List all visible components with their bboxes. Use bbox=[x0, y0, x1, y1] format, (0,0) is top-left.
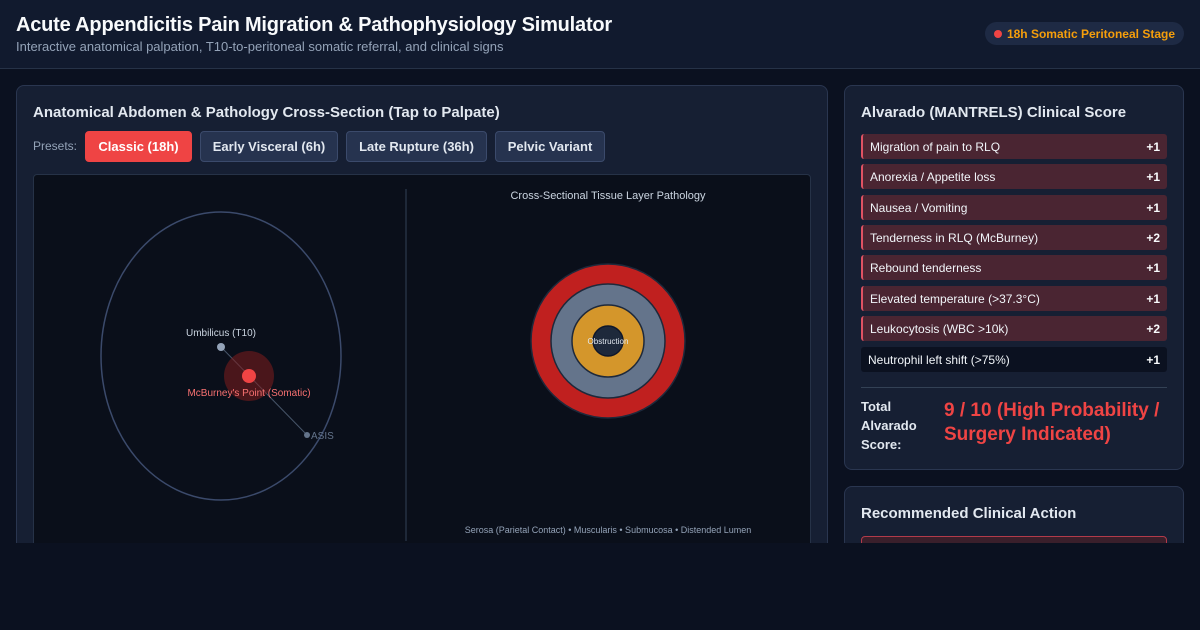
page-bottom-area bbox=[0, 543, 1200, 630]
score-item-label: Anorexia / Appetite loss bbox=[870, 169, 996, 184]
preset-early-visceral-button[interactable]: Early Visceral (6h) bbox=[200, 131, 338, 162]
score-item-leukocytosis[interactable]: Leukocytosis (WBC >10k) +2 bbox=[861, 316, 1167, 341]
score-panel-title: Alvarado (MANTRELS) Clinical Score bbox=[861, 104, 1127, 121]
stage-badge-label: 18h Somatic Peritoneal Stage bbox=[1006, 26, 1175, 41]
score-item-temperature[interactable]: Elevated temperature (>37.3°C) +1 bbox=[861, 286, 1167, 311]
score-item-points: +1 bbox=[1146, 169, 1160, 184]
asis-point[interactable] bbox=[304, 432, 310, 438]
score-divider bbox=[861, 387, 1167, 388]
cross-section-legend: Serosa (Parietal Contact) • Muscularis •… bbox=[465, 525, 752, 535]
score-item-points: +1 bbox=[1146, 291, 1160, 306]
mcburney-point[interactable] bbox=[242, 369, 256, 383]
app-title: Acute Appendicitis Pain Migration & Path… bbox=[16, 14, 613, 36]
score-item-points: +1 bbox=[1146, 352, 1160, 367]
preset-late-rupture-button[interactable]: Late Rupture (36h) bbox=[346, 131, 487, 162]
anatomy-panel-title: Anatomical Abdomen & Pathology Cross-Sec… bbox=[33, 104, 500, 121]
preset-classic-button[interactable]: Classic (18h) bbox=[85, 131, 192, 162]
score-item-label: Neutrophil left shift (>75%) bbox=[868, 352, 1010, 367]
score-item-anorexia[interactable]: Anorexia / Appetite loss +1 bbox=[861, 164, 1167, 189]
score-item-points: +2 bbox=[1146, 230, 1160, 245]
score-item-points: +2 bbox=[1146, 321, 1160, 336]
umbilicus-label: Umbilicus (T10) bbox=[186, 328, 256, 339]
score-item-left-shift[interactable]: Neutrophil left shift (>75%) +1 bbox=[861, 347, 1167, 372]
asis-label: ASIS bbox=[311, 431, 334, 442]
anatomy-svg[interactable]: Umbilicus (T10) McBurney's Point (Somati… bbox=[34, 175, 811, 554]
mcburney-label: McBurney's Point (Somatic) bbox=[187, 388, 310, 399]
cross-section-title: Cross-Sectional Tissue Layer Pathology bbox=[510, 190, 706, 202]
anatomy-panel: Anatomical Abdomen & Pathology Cross-Sec… bbox=[16, 85, 828, 555]
obstruction-label: Obstruction bbox=[588, 337, 629, 346]
alvarado-score-panel: Alvarado (MANTRELS) Clinical Score Migra… bbox=[844, 85, 1184, 470]
score-item-rlq-tenderness[interactable]: Tenderness in RLQ (McBurney) +2 bbox=[861, 225, 1167, 250]
umbilicus-point[interactable] bbox=[217, 343, 225, 351]
score-item-points: +1 bbox=[1146, 260, 1160, 275]
preset-pelvic-variant-button[interactable]: Pelvic Variant bbox=[495, 131, 605, 162]
score-item-label: Nausea / Vomiting bbox=[870, 200, 968, 215]
score-item-label: Tenderness in RLQ (McBurney) bbox=[870, 230, 1039, 245]
score-item-label: Rebound tenderness bbox=[870, 260, 982, 275]
score-item-points: +1 bbox=[1146, 139, 1160, 154]
score-item-points: +1 bbox=[1146, 200, 1160, 215]
score-item-nausea[interactable]: Nausea / Vomiting +1 bbox=[861, 195, 1167, 220]
visualization-canvas[interactable]: Umbilicus (T10) McBurney's Point (Somati… bbox=[33, 174, 811, 554]
score-item-rebound[interactable]: Rebound tenderness +1 bbox=[861, 255, 1167, 280]
presets-label: Presets: bbox=[33, 139, 78, 153]
action-panel-title: Recommended Clinical Action bbox=[861, 505, 1077, 522]
total-score-label: Total Alvarado Score: bbox=[861, 399, 917, 452]
score-item-migration[interactable]: Migration of pain to RLQ +1 bbox=[861, 134, 1167, 159]
score-item-label: Migration of pain to RLQ bbox=[870, 139, 1001, 154]
status-dot-icon bbox=[993, 29, 1002, 38]
total-score-value: 9 / 10 (High Probability / Surgery Indic… bbox=[944, 400, 1160, 445]
stage-badge: 18h Somatic Peritoneal Stage bbox=[984, 22, 1184, 45]
app-header: Acute Appendicitis Pain Migration & Path… bbox=[0, 0, 1200, 69]
abdomen-outline[interactable] bbox=[100, 211, 342, 501]
score-item-label: Leukocytosis (WBC >10k) bbox=[870, 321, 1009, 336]
app-subtitle: Interactive anatomical palpation, T10-to… bbox=[16, 39, 504, 54]
score-item-label: Elevated temperature (>37.3°C) bbox=[870, 291, 1040, 306]
